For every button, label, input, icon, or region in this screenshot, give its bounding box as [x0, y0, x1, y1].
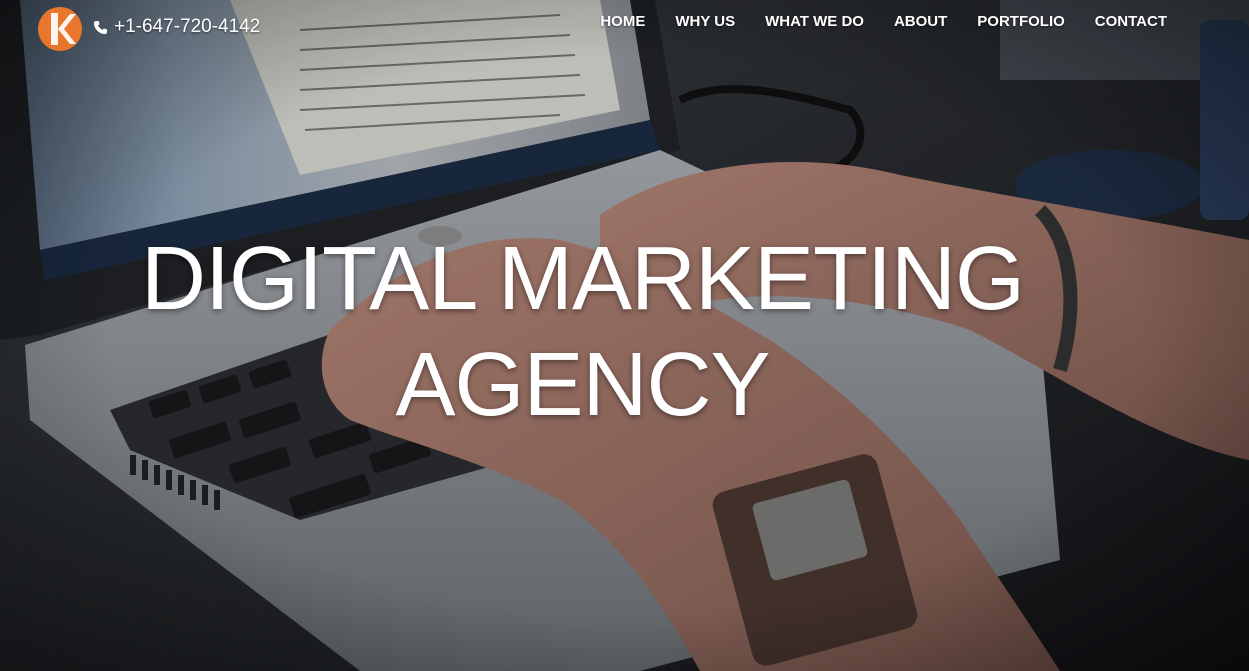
hero-headline: DIGITAL MARKETING AGENCY: [0, 226, 1165, 438]
hero-headline-line2: AGENCY: [395, 335, 770, 435]
phone-icon: [93, 20, 108, 34]
k-logo-icon[interactable]: [37, 5, 83, 53]
hero-headline-line1: DIGITAL MARKETING: [140, 229, 1025, 329]
phone-number: +1-647-720-4142: [114, 16, 261, 37]
nav-portfolio[interactable]: PORTFOLIO: [977, 13, 1065, 30]
nav-home[interactable]: HOME: [600, 13, 645, 30]
hero-section: +1-647-720-4142 HOME WHY US WHAT WE DO A…: [0, 0, 1249, 671]
site-header: +1-647-720-4142 HOME WHY US WHAT WE DO A…: [0, 0, 1249, 60]
nav-contact[interactable]: CONTACT: [1095, 13, 1167, 30]
phone-contact[interactable]: +1-647-720-4142: [93, 16, 260, 38]
nav-about[interactable]: ABOUT: [894, 13, 947, 30]
nav-what-we-do[interactable]: WHAT WE DO: [765, 13, 864, 30]
nav-why-us[interactable]: WHY US: [675, 13, 735, 30]
main-navigation: HOME WHY US WHAT WE DO ABOUT PORTFOLIO C…: [600, 13, 1167, 30]
